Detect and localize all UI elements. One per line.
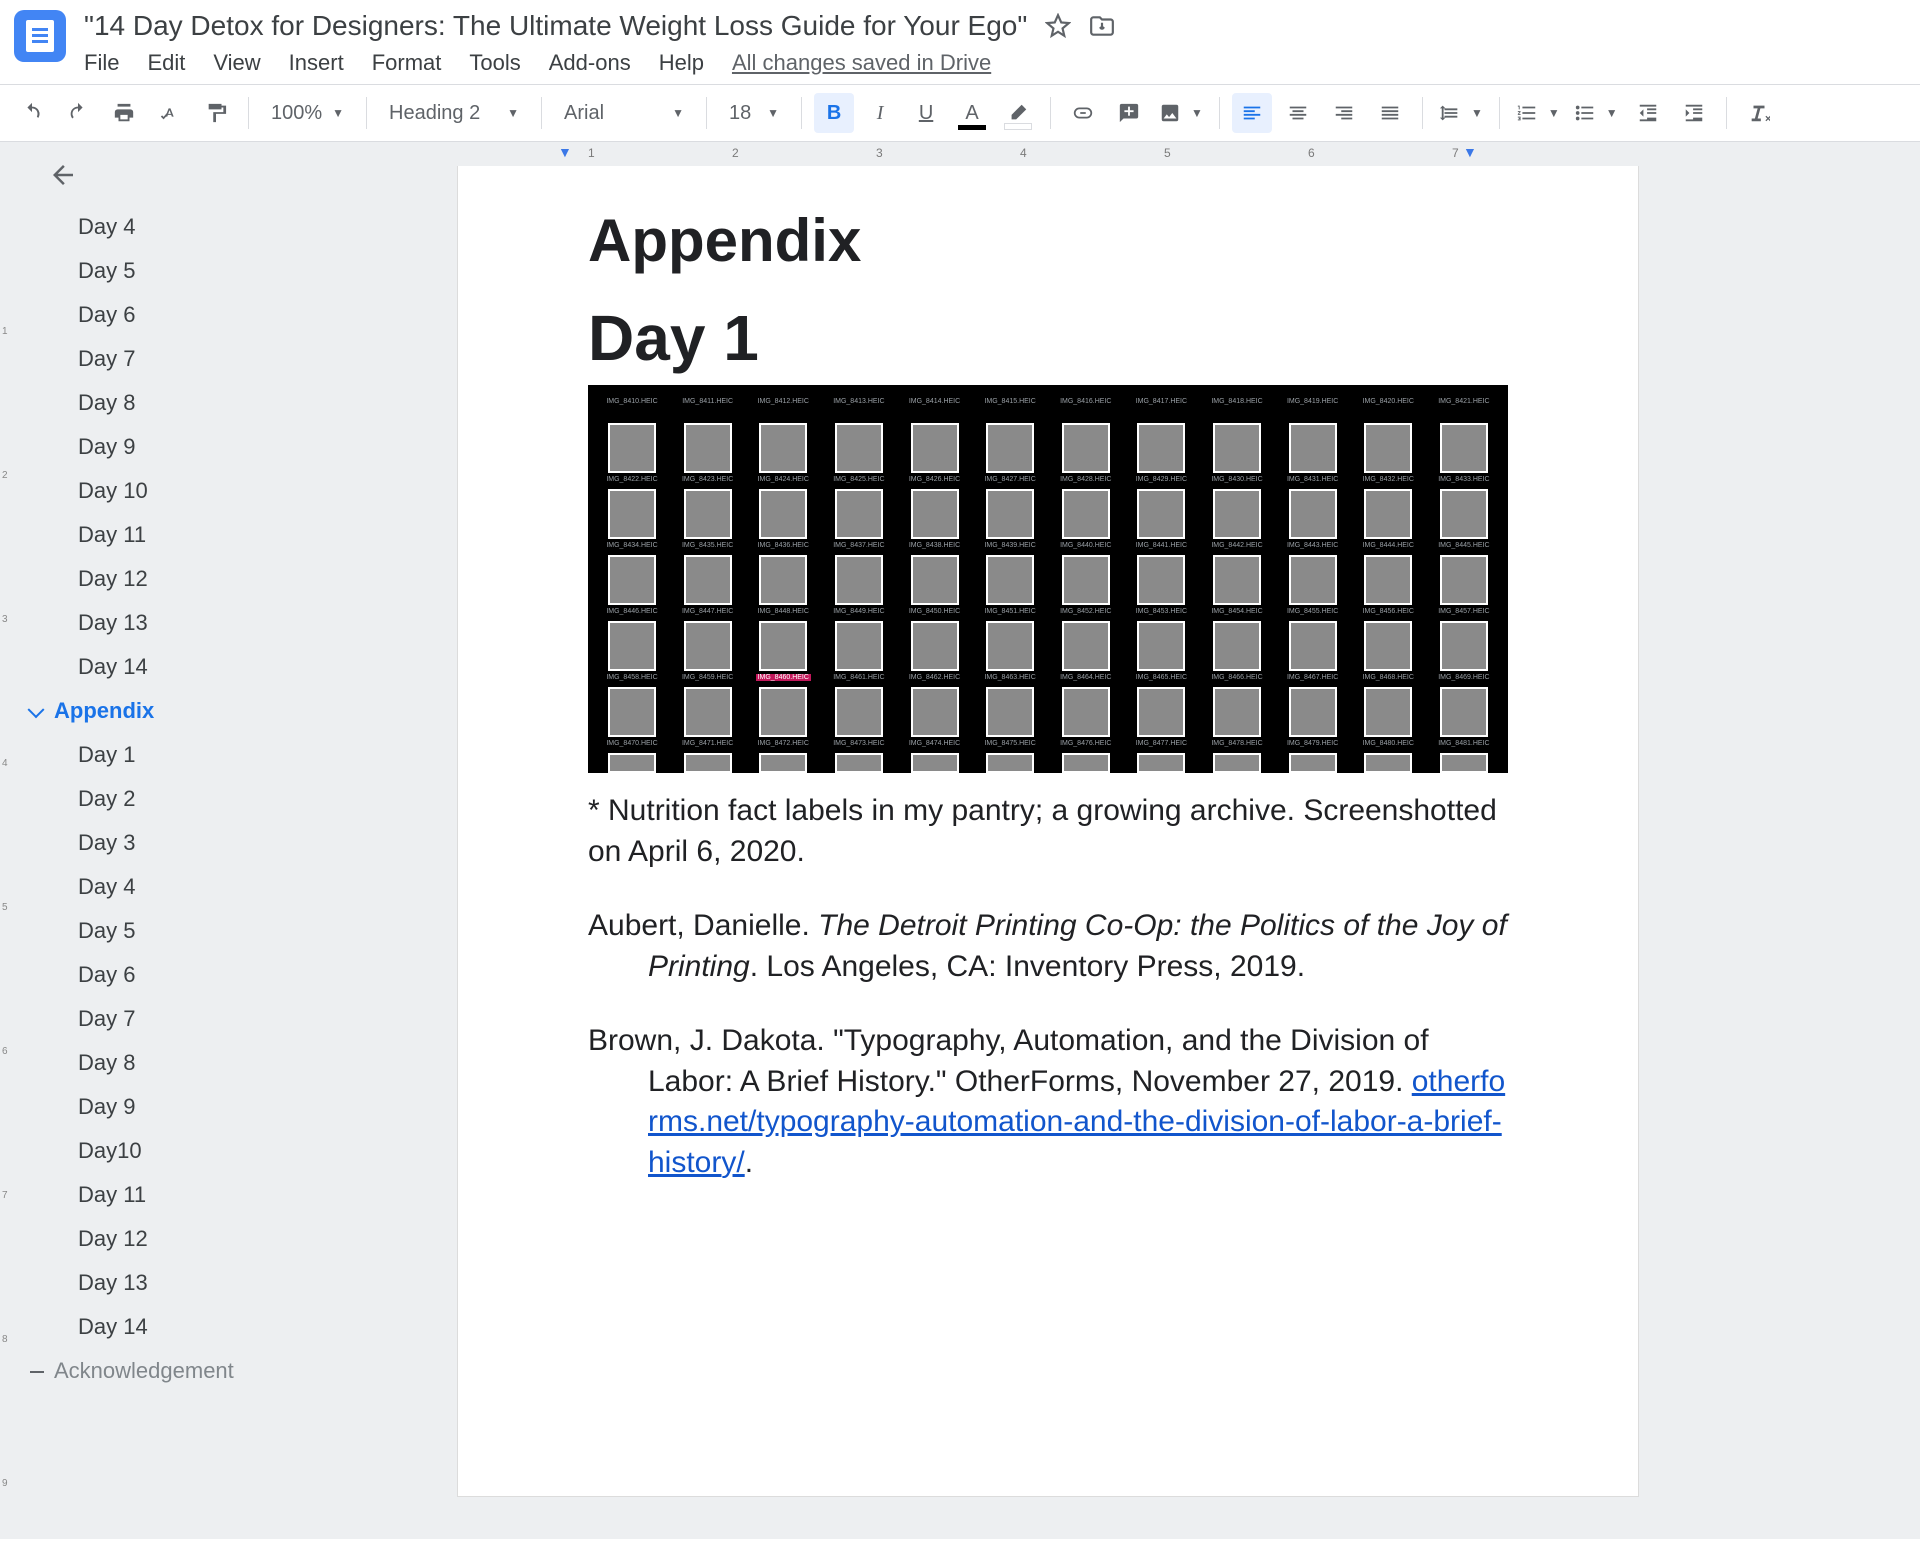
outline-item[interactable]: Day 13 [18,601,418,645]
outline-item[interactable]: Day 5 [18,909,418,953]
font-size-select[interactable]: 18▼ [719,93,789,133]
app-bar: "14 Day Detox for Designers: The Ultimat… [0,0,1920,76]
save-status[interactable]: All changes saved in Drive [732,50,991,76]
outline-item[interactable]: Day 7 [18,997,418,1041]
text-color-button[interactable]: A [952,93,992,133]
outline-item[interactable]: Day 9 [18,1085,418,1129]
outline-item[interactable]: Day10 [18,1129,418,1173]
undo-button[interactable] [12,93,52,133]
outline-item[interactable]: Day 6 [18,293,418,337]
heading-day1: Day 1 [588,301,1508,375]
outline-item[interactable]: Day 11 [18,513,418,557]
menu-edit[interactable]: Edit [147,50,185,76]
insert-link-button[interactable] [1063,93,1103,133]
outline-collapse-button[interactable] [48,160,418,195]
zoom-select[interactable]: 100%▼ [261,93,354,133]
star-icon[interactable] [1045,13,1071,39]
highlight-color-button[interactable] [998,93,1038,133]
align-justify-button[interactable] [1370,93,1410,133]
outline-item[interactable]: Day 14 [18,1305,418,1349]
outline-item[interactable]: Day 10 [18,469,418,513]
menu-addons[interactable]: Add-ons [549,50,631,76]
move-icon[interactable] [1089,13,1115,39]
menu-insert[interactable]: Insert [289,50,344,76]
menu-help[interactable]: Help [659,50,704,76]
bold-button[interactable]: B [814,93,854,133]
italic-button[interactable]: I [860,93,900,133]
outline-heading-acknowledgement[interactable]: Acknowledgement [18,1349,418,1393]
docs-logo-icon[interactable] [14,10,66,62]
outline-item[interactable]: Day 13 [18,1261,418,1305]
bibliography-entry: Brown, J. Dakota. "Typography, Automatio… [588,1021,1508,1183]
vertical-ruler: 123456789 [0,142,18,1539]
horizontal-ruler[interactable]: ▼ ▼ 1234567 [418,142,1920,166]
menu-bar: File Edit View Insert Format Tools Add-o… [84,50,1906,76]
outline-item[interactable]: Day 2 [18,777,418,821]
heading-appendix: Appendix [588,206,1508,275]
bibliography-entry: Aubert, Danielle. The Detroit Printing C… [588,906,1508,987]
first-line-indent-marker[interactable]: ▼ [558,144,572,160]
document-page[interactable]: Appendix Day 1 IMG_8410.HEICIMG_8411.HEI… [458,166,1638,1496]
redo-button[interactable] [58,93,98,133]
clear-formatting-button[interactable] [1739,93,1779,133]
outline-item[interactable]: Day 11 [18,1173,418,1217]
menu-tools[interactable]: Tools [469,50,520,76]
outline-item[interactable]: Day 14 [18,645,418,689]
menu-file[interactable]: File [84,50,119,76]
underline-button[interactable]: U [906,93,946,133]
outline-item[interactable]: Day 8 [18,1041,418,1085]
outline-item[interactable]: Day 4 [18,205,418,249]
align-right-button[interactable] [1324,93,1364,133]
outline-item[interactable]: Day 12 [18,1217,418,1261]
outline-item[interactable]: Day 8 [18,381,418,425]
bulleted-list-button[interactable]: ▼ [1570,93,1622,133]
numbered-list-button[interactable]: ▼ [1512,93,1564,133]
outline-item[interactable]: Day 1 [18,733,418,777]
align-left-button[interactable] [1232,93,1272,133]
document-title[interactable]: "14 Day Detox for Designers: The Ultimat… [84,10,1027,42]
outline-item[interactable]: Day 6 [18,953,418,997]
outline-item[interactable]: Day 12 [18,557,418,601]
right-indent-marker[interactable]: ▼ [1463,144,1477,160]
outline-item[interactable]: Day 4 [18,865,418,909]
align-center-button[interactable] [1278,93,1318,133]
line-spacing-button[interactable]: ▼ [1435,93,1487,133]
menu-view[interactable]: View [213,50,260,76]
insert-image-button[interactable]: ▼ [1155,93,1207,133]
add-comment-button[interactable] [1109,93,1149,133]
paint-format-button[interactable] [196,93,236,133]
outline-item[interactable]: Day 9 [18,425,418,469]
image-caption: * Nutrition fact labels in my pantry; a … [588,791,1508,872]
print-button[interactable] [104,93,144,133]
paragraph-style-select[interactable]: Heading 2▼ [379,93,529,133]
toolbar: 100%▼ Heading 2▼ Arial▼ 18▼ B I U A ▼ ▼ … [0,85,1920,142]
document-outline: Day 4Day 5Day 6Day 7Day 8Day 9Day 10Day … [18,142,418,1539]
outline-item[interactable]: Day 5 [18,249,418,293]
outline-heading-appendix[interactable]: Appendix [18,689,418,733]
spellcheck-button[interactable] [150,93,190,133]
increase-indent-button[interactable] [1674,93,1714,133]
decrease-indent-button[interactable] [1628,93,1668,133]
menu-format[interactable]: Format [372,50,442,76]
font-select[interactable]: Arial▼ [554,93,694,133]
embedded-image[interactable]: IMG_8410.HEICIMG_8411.HEICIMG_8412.HEICI… [588,385,1508,773]
text-cursor [1506,737,1508,771]
outline-item[interactable]: Day 7 [18,337,418,381]
editor-surface[interactable]: ▼ ▼ 1234567 Appendix Day 1 IMG_8410.HEIC… [418,142,1920,1539]
outline-item[interactable]: Day 3 [18,821,418,865]
